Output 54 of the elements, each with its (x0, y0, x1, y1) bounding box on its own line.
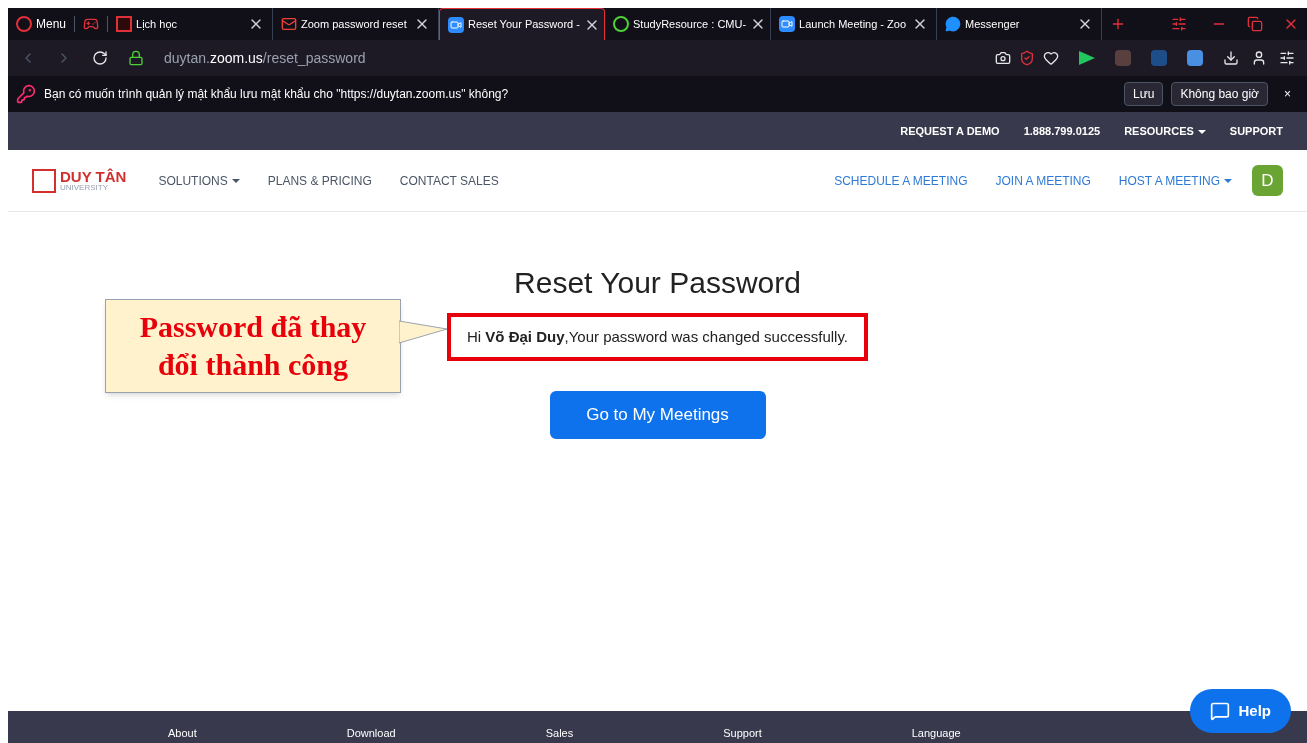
prompt-button[interactable]: Lưu (1124, 82, 1164, 106)
go-to-meetings-button[interactable]: Go to My Meetings (549, 391, 766, 439)
settings-icon[interactable] (1279, 50, 1295, 66)
nav-link[interactable]: SCHEDULE A MEETING (834, 171, 968, 190)
camera-icon[interactable] (995, 50, 1011, 66)
tab-title: Launch Meeting - Zoo (799, 16, 908, 32)
footer-heading: Sales (545, 725, 574, 741)
nav-link[interactable]: PLANS & PRICING (267, 171, 372, 190)
nav-link[interactable]: CONTACT SALES (399, 171, 499, 190)
profile-icon[interactable] (1251, 50, 1267, 66)
logo-title: DUY TÂN (60, 169, 127, 184)
video-camera-icon (779, 16, 796, 32)
tab-title: Zoom password reset (301, 16, 408, 32)
nav-link[interactable]: JOIN A MEETING (995, 171, 1091, 190)
logo-subtitle: UNIVERSITY (60, 184, 109, 192)
nav-link[interactable]: HOST A MEETING (1118, 171, 1232, 190)
top-bar-link[interactable]: SUPPORT (1229, 122, 1283, 140)
shield-icon[interactable] (1019, 50, 1035, 66)
nav-link[interactable]: SOLUTIONS (158, 171, 240, 190)
success-message: Hi Võ Đại Duy,Your password was changed successfully. (467, 328, 848, 345)
help-button[interactable]: Help (1190, 689, 1291, 733)
footer-heading: Language (911, 725, 961, 741)
mail-icon (281, 16, 298, 32)
tab-title: Lịch học (136, 16, 178, 32)
menu-button[interactable]: Menu (8, 8, 75, 40)
gamepad-icon[interactable] (83, 16, 100, 32)
footer-heading: About (168, 725, 197, 741)
tab-menu-icon[interactable] (1171, 16, 1187, 32)
top-bar-link[interactable]: REQUEST A DEMO (900, 122, 1000, 140)
lock-icon (128, 50, 144, 66)
save-password-prompt: Bạn có muốn trình quản lý mật khẩu lưu mật khẩu cho "https://duytan.zoom.us" không? (44, 86, 510, 103)
download-icon[interactable] (1223, 50, 1239, 66)
logo-emblem-icon (32, 168, 56, 193)
footer-heading: Download (346, 725, 396, 741)
tab-title: Messenger (965, 16, 1021, 32)
tab-title: Reset Your Password - (468, 17, 580, 33)
chat-icon (1210, 701, 1231, 721)
video-camera-icon (448, 16, 465, 33)
prompt-button[interactable]: Không bao giờ (1171, 82, 1268, 106)
browser-tab[interactable]: Reset Your Password - (439, 8, 606, 40)
key-icon (16, 84, 36, 104)
page-title: Reset Your Password (514, 265, 801, 301)
top-bar-link[interactable]: 1.888.799.0125 (1023, 122, 1101, 140)
close-prompt-button[interactable]: × (1276, 85, 1299, 103)
callout-box: Password đã thay đổi thành công (105, 299, 401, 393)
browser-logo-icon (16, 16, 32, 32)
restore-icon[interactable] (1247, 16, 1263, 32)
footer-heading: Support (723, 725, 762, 741)
university-logo[interactable]: DUY TÂN UNIVERSITY (32, 168, 127, 193)
tab-title: StudyResource : CMU- (633, 16, 747, 32)
chat-bubble-icon (945, 16, 962, 32)
reload-icon[interactable] (92, 50, 108, 66)
heart-icon[interactable] (1043, 50, 1059, 66)
top-bar-link[interactable]: RESOURCES (1124, 122, 1206, 140)
